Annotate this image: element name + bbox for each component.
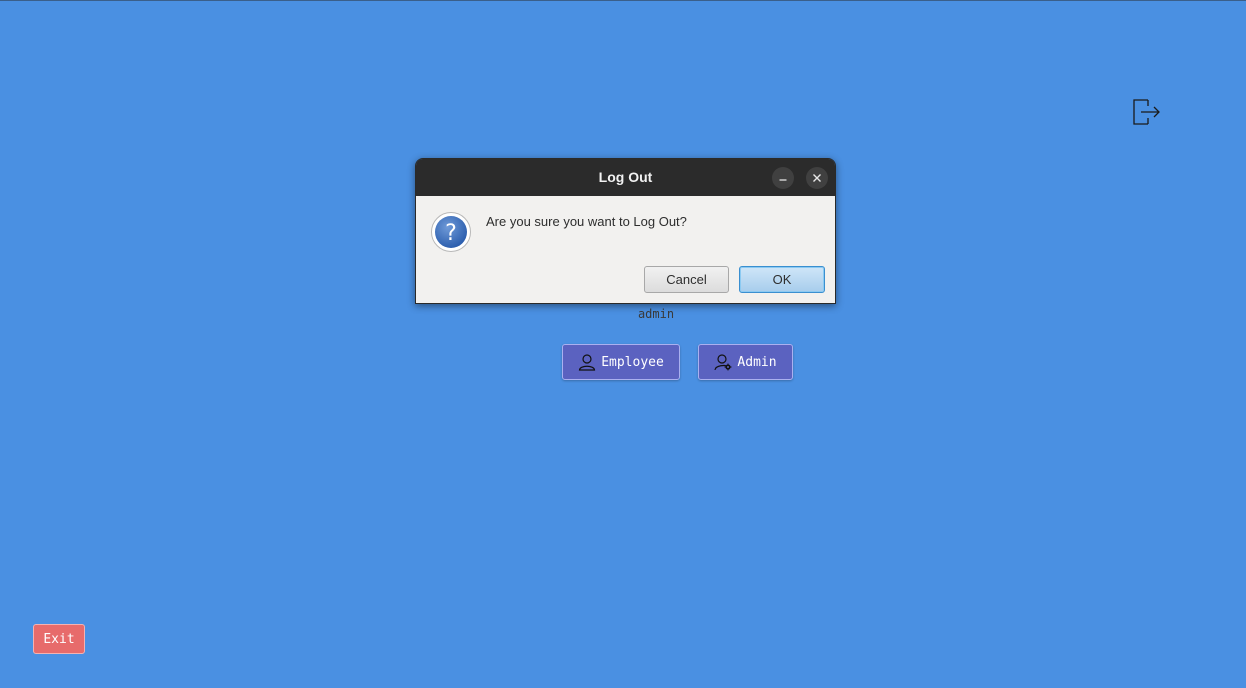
- svg-text:?: ?: [445, 221, 457, 246]
- logout-dialog: Log Out ? Are you sure you want to Log O…: [415, 158, 836, 304]
- question-icon: ?: [431, 212, 471, 252]
- admin-button-label: Admin: [737, 354, 777, 370]
- username-label: admin: [637, 307, 675, 321]
- employee-button[interactable]: Employee: [562, 344, 680, 380]
- cancel-button[interactable]: Cancel: [644, 266, 729, 293]
- close-button[interactable]: [806, 167, 828, 189]
- logout-icon: [1133, 99, 1160, 125]
- user-icon: [578, 353, 596, 371]
- logout-icon-button[interactable]: [1132, 97, 1162, 127]
- dialog-message: Are you sure you want to Log Out?: [486, 214, 687, 229]
- dialog-body: ? Are you sure you want to Log Out? Canc…: [416, 196, 835, 303]
- ok-button[interactable]: OK: [739, 266, 825, 293]
- employee-button-label: Employee: [601, 354, 664, 370]
- minimize-button[interactable]: [772, 167, 794, 189]
- close-icon: [813, 174, 821, 182]
- exit-button[interactable]: Exit: [33, 624, 85, 654]
- admin-button[interactable]: Admin: [698, 344, 793, 380]
- top-edge: [0, 0, 1246, 1]
- minimize-icon: [779, 179, 787, 181]
- user-gear-icon: [714, 353, 732, 371]
